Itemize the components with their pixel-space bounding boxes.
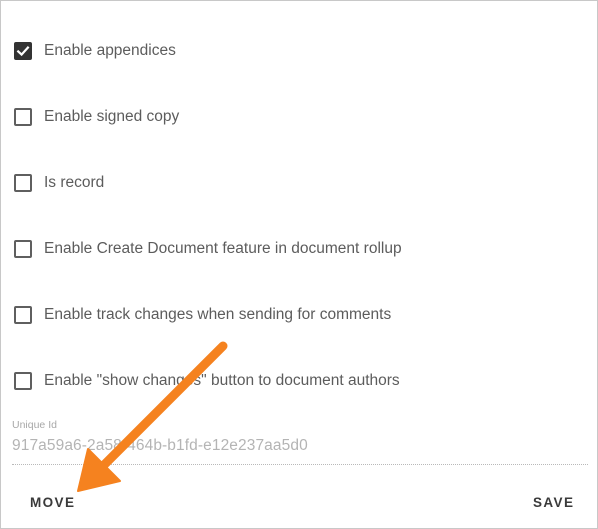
checkbox-label: Enable signed copy xyxy=(44,108,180,125)
checkbox-box[interactable] xyxy=(14,240,32,258)
checkbox-is-record[interactable]: Is record xyxy=(14,173,104,193)
checkbox-box-checked[interactable] xyxy=(14,42,32,60)
save-button[interactable]: SAVE xyxy=(533,495,574,510)
check-icon xyxy=(16,46,30,57)
checkbox-box[interactable] xyxy=(14,372,32,390)
checkbox-enable-track-changes[interactable]: Enable track changes when sending for co… xyxy=(14,305,391,325)
checkbox-enable-signed-copy[interactable]: Enable signed copy xyxy=(14,107,179,127)
checkbox-label: Enable Create Document feature in docume… xyxy=(44,240,402,257)
unique-id-value: 917a59a6-2a58-464b-b1fd-e12e237aa5d0 xyxy=(12,437,308,454)
checkbox-box[interactable] xyxy=(14,306,32,324)
checkbox-enable-create-document[interactable]: Enable Create Document feature in docume… xyxy=(14,239,402,259)
checkbox-label: Enable appendices xyxy=(44,42,176,59)
checkbox-box[interactable] xyxy=(14,108,32,126)
checkbox-label: Is record xyxy=(44,174,105,191)
move-button[interactable]: MOVE xyxy=(30,495,75,510)
document-settings-panel: Enable appendices Enable signed copy Is … xyxy=(0,0,598,529)
checkbox-enable-appendices[interactable]: Enable appendices xyxy=(14,41,176,61)
checkbox-box[interactable] xyxy=(14,174,32,192)
checkbox-enable-show-changes[interactable]: Enable "show changes" button to document… xyxy=(14,371,400,391)
unique-id-underline xyxy=(12,464,588,465)
checkbox-label: Enable "show changes" button to document… xyxy=(44,372,400,389)
unique-id-label: Unique Id xyxy=(12,419,57,431)
checkbox-label: Enable track changes when sending for co… xyxy=(44,306,392,323)
